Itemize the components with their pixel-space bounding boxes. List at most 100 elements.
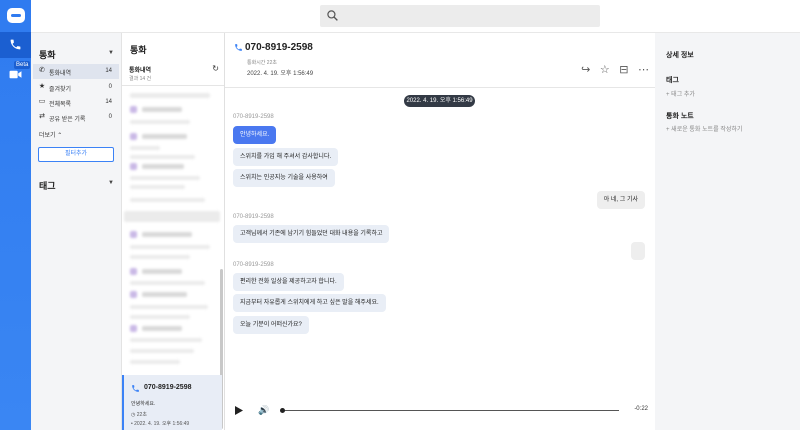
message-bubble-mine[interactable]: 아 네, 그 기사	[596, 191, 645, 209]
avatar	[130, 268, 137, 275]
progress-track[interactable]	[282, 410, 619, 411]
nav-item-call-history[interactable]: ✆ 통화내역 14	[33, 64, 119, 79]
nav-item-count: 0	[108, 84, 112, 90]
play-icon[interactable]	[235, 406, 243, 415]
tags-section-heading[interactable]: 태그	[39, 179, 56, 192]
divider	[122, 85, 224, 86]
redacted-text	[142, 269, 182, 274]
nav-panel: 통화 ▼ ✆ 통화내역 14 ★ 즐겨찾기 0 ▭ 전체목록 14 ⇄ 공유 받…	[31, 33, 122, 430]
divider	[225, 87, 655, 88]
nav-item-label: 공유 받은 기록	[49, 117, 86, 123]
more-icon[interactable]: ⋯	[638, 63, 649, 76]
tag-heading: 태그	[666, 77, 679, 84]
beta-badge: Beta	[14, 61, 31, 69]
refresh-icon[interactable]: ↻	[212, 64, 219, 73]
redacted-text	[142, 326, 182, 331]
redacted-text	[142, 292, 187, 297]
redacted-text	[130, 120, 190, 124]
header-duration: 통화시간 22초	[247, 60, 277, 66]
message-bubble[interactable]: 편리한 전화 일상을 제공하고자 합니다.	[233, 273, 344, 291]
message-bubble[interactable]: 고객님께서 기존에 남기기 힘들었던 대화 내용을 기록하고	[233, 225, 390, 243]
avatar	[130, 133, 137, 140]
duration-text: 22초	[136, 412, 147, 418]
redacted-text	[142, 164, 184, 169]
call-icon	[235, 44, 242, 51]
share-icon[interactable]: ↪	[581, 63, 590, 76]
add-note-link[interactable]: + 새로운 통화 노트를 작성하기	[666, 124, 742, 133]
message-bubble[interactable]: 지금부터 자유롭게 스위치에게 하고 싶은 말을 해주세요.	[233, 294, 386, 312]
note-heading: 통화 노트	[666, 113, 694, 120]
more-label: 더보기	[39, 133, 56, 139]
video-icon[interactable]	[9, 69, 22, 80]
phone-icon	[10, 39, 21, 50]
redacted-text	[130, 281, 205, 285]
list-title: 통화	[130, 45, 147, 55]
search-box[interactable]	[320, 5, 600, 27]
call-icon	[132, 385, 139, 392]
avatar	[130, 325, 137, 332]
nav-item-label: 전체목록	[49, 102, 72, 108]
search-icon	[327, 10, 338, 21]
message-bubble-mine[interactable]	[631, 242, 645, 260]
clock-icon: ◷	[131, 412, 136, 418]
header-actions: ↪ ☆ ⊟ ⋯	[574, 63, 649, 76]
add-filter-button[interactable]: 필터추가	[38, 147, 114, 162]
inbox-icon: ▭	[38, 98, 46, 105]
app-logo-icon[interactable]	[7, 8, 25, 23]
nav-item-all[interactable]: ▭ 전체목록 14	[33, 95, 119, 110]
star-icon: ★	[38, 83, 46, 90]
message-bubble[interactable]: 스위치는 인공지능 기술을 사용하여	[233, 169, 335, 187]
redacted-text	[142, 107, 182, 112]
volume-icon[interactable]: 🔊	[258, 405, 269, 416]
avatar	[130, 291, 137, 298]
progress-thumb[interactable]	[280, 408, 285, 413]
audio-player: 🔊 -0:22	[225, 399, 655, 423]
nav-item-shared[interactable]: ⇄ 공유 받은 기록 0	[33, 110, 119, 125]
archive-icon[interactable]: ⊟	[619, 63, 628, 76]
calls-section-heading[interactable]: 통화	[39, 48, 56, 61]
chevron-down-icon[interactable]: ▼	[108, 50, 114, 56]
nav-item-count: 14	[105, 68, 112, 74]
date-pill: 2022. 4. 19. 오후 1:56:49	[404, 95, 475, 107]
redacted-row	[124, 211, 220, 222]
star-icon[interactable]: ☆	[600, 63, 610, 76]
chevron-up-icon: ⌃	[57, 133, 63, 139]
details-heading: 상세 정보	[666, 52, 694, 59]
redacted-text	[130, 338, 202, 342]
chevron-down-icon[interactable]: ▼	[108, 180, 114, 186]
redacted-text	[130, 155, 195, 159]
time-remaining: -0:22	[634, 406, 648, 412]
message-bubble[interactable]: 오늘 기분이 어떠신가요?	[233, 316, 309, 334]
date-text: 2022. 4. 19. 오후 1:56:49	[134, 421, 190, 427]
list-subhead: 통화내역	[129, 68, 152, 74]
nav-item-favorites[interactable]: ★ 즐겨찾기 0	[33, 80, 119, 95]
message-bubble[interactable]: 스위치를 가입 해 주셔서 감사합니다.	[233, 148, 339, 166]
nav-item-count: 14	[105, 99, 112, 105]
redacted-text	[130, 198, 205, 202]
message-bubble[interactable]: 안녕하세요.	[233, 126, 277, 144]
header-number: 070-8919-2598	[245, 42, 313, 53]
redacted-text	[130, 305, 208, 309]
redacted-text	[130, 255, 190, 259]
speaker-label: 070-8919-2598	[233, 114, 274, 120]
call-date: • 2022. 4. 19. 오후 1:56:49	[131, 421, 190, 427]
add-tag-link[interactable]: + 태그 추가	[666, 89, 695, 98]
redacted-text	[130, 349, 194, 353]
speaker-label: 070-8919-2598	[233, 214, 274, 220]
avatar	[130, 163, 137, 170]
rail-calls-button[interactable]	[0, 32, 31, 58]
selected-call-card[interactable]: 070-8919-2598 안녕하세요. ◷ 22초 • 2022. 4. 19…	[122, 375, 222, 430]
more-toggle[interactable]: 더보기 ⌃	[39, 130, 62, 139]
nav-item-count: 0	[108, 114, 112, 120]
phone-icon: ✆	[39, 67, 45, 74]
redacted-text	[130, 185, 185, 189]
call-list-panel: 통화 통화내역 결과 14 건 ↻ 070-8919-2598 안녕하세요. ◷…	[122, 33, 225, 430]
nav-item-label: 즐겨찾기	[49, 87, 72, 93]
redacted-text	[130, 315, 190, 319]
speaker-label: 070-8919-2598	[233, 262, 274, 268]
header-date: 2022. 4. 19. 오후 1:56:49	[247, 71, 314, 77]
result-count: 결과 14 건	[129, 76, 152, 82]
call-number: 070-8919-2598	[144, 384, 192, 391]
search-input[interactable]	[344, 8, 594, 24]
redacted-text	[130, 93, 210, 98]
